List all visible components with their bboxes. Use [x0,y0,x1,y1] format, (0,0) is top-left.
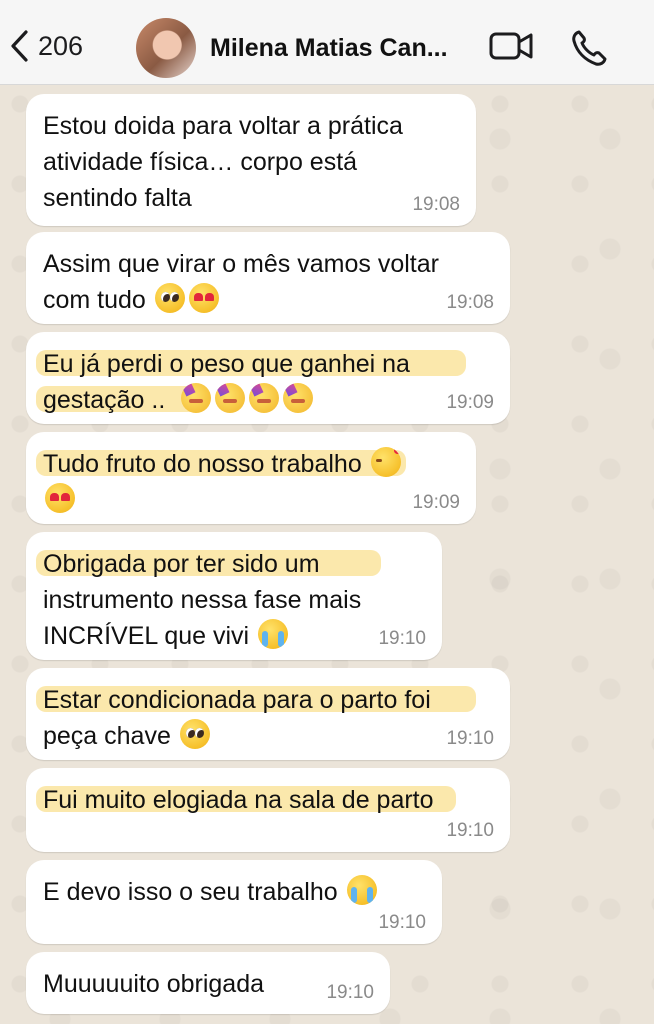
message-text: Tudo fruto do nosso trabalho [43,446,459,518]
message-time: 19:08 [412,194,460,215]
partying-face-icon [215,383,246,413]
message-time: 19:10 [378,628,426,649]
message-text: Estar condicionada para o parto foi peça… [43,686,431,750]
video-call-icon[interactable] [488,28,534,64]
message-text: Assim que virar o mês vamos voltar com t… [43,250,439,314]
back-button[interactable]: 206 [8,26,83,66]
message-time: 19:10 [446,820,494,841]
message-bubble[interactable]: Estou doida para voltar a prática ativid… [26,94,476,226]
message-text: E devo isso o seu trabalho [43,874,425,910]
contact-avatar[interactable] [136,18,196,78]
heart-eyes-icon [45,483,75,513]
message-time: 19:09 [412,492,460,513]
message-bubble[interactable]: Muuuuuito obrigada 19:10 [26,952,390,1014]
message-text: Eu já perdi o peso que ganhei na gestaçã… [43,350,410,414]
message-text: Obrigada por ter sido um instrumento nes… [43,550,362,650]
phone-call-icon[interactable] [570,28,608,68]
message-time: 19:09 [446,392,494,413]
smiling-face-with-hearts-icon [370,447,401,477]
message-bubble[interactable]: Obrigada por ter sido um instrumento nes… [26,532,442,660]
message-text: Muuuuuito obrigada [43,970,264,998]
partying-face-icon [181,383,212,413]
message-bubble[interactable]: Estar condicionada para o parto foi peça… [26,668,510,760]
message-time: 19:10 [326,982,374,1003]
message-bubble[interactable]: E devo isso o seu trabalho 19:10 [26,860,442,944]
message-list[interactable]: Estou doida para voltar a prática ativid… [0,84,654,1024]
crying-face-icon [258,619,289,649]
message-bubble[interactable]: Tudo fruto do nosso trabalho 19:09 [26,432,476,524]
crying-face-icon [346,875,377,905]
message-text: Fui muito elogiada na sala de parto [43,786,434,814]
contact-name[interactable]: Milena Matias Can... [210,34,468,63]
unread-count: 206 [38,30,84,61]
message-bubble[interactable]: Eu já perdi o peso que ganhei na gestaçã… [26,332,510,424]
message-text: Estou doida para voltar a prática ativid… [43,112,403,212]
chevron-left-icon [11,30,28,62]
pleading-face-icon [154,283,185,313]
message-time: 19:10 [446,728,494,749]
message-time: 19:10 [378,912,426,933]
heart-eyes-icon [188,283,219,313]
partying-face-icon [283,383,314,413]
message-bubble[interactable]: Assim que virar o mês vamos voltar com t… [26,232,510,324]
partying-face-icon [249,383,280,413]
message-bubble[interactable]: Fui muito elogiada na sala de parto 19:1… [26,768,510,852]
pleading-face-icon [179,719,210,749]
chat-header: 206 Milena Matias Can... [0,0,654,85]
message-time: 19:08 [446,292,494,313]
